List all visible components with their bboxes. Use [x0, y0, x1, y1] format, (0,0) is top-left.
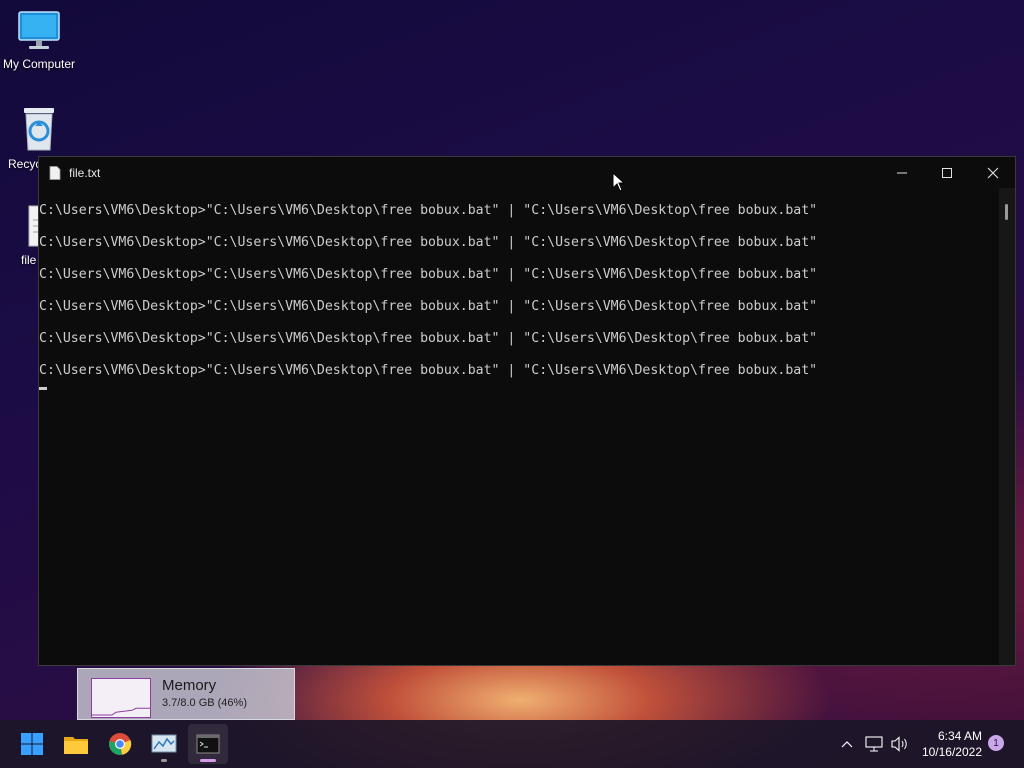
- terminal-button[interactable]: [188, 724, 228, 764]
- start-icon: [21, 733, 43, 755]
- task-manager-button[interactable]: [144, 724, 184, 764]
- network-icon: [865, 736, 883, 752]
- maximize-icon: [942, 167, 952, 178]
- task-manager-icon: [151, 734, 177, 753]
- speaker-icon: [891, 736, 907, 752]
- clock-time: 6:34 AM: [937, 729, 982, 743]
- network-button[interactable]: [862, 720, 886, 768]
- chrome-icon: [109, 733, 132, 755]
- maximize-button[interactable]: [924, 157, 970, 188]
- console-line: C:\Users\VM6\Desktop>"C:\Users\VM6\Deskt…: [39, 363, 818, 378]
- console-line: C:\Users\VM6\Desktop>"C:\Users\VM6\Deskt…: [39, 331, 818, 346]
- file-explorer-button[interactable]: [56, 724, 96, 764]
- scrollbar-thumb[interactable]: [1005, 204, 1008, 220]
- chrome-button[interactable]: [100, 724, 140, 764]
- console-line: C:\Users\VM6\Desktop>"C:\Users\VM6\Deskt…: [39, 267, 818, 282]
- document-icon: [49, 165, 61, 180]
- terminal-icon: [196, 734, 220, 754]
- minimize-button[interactable]: [879, 157, 925, 188]
- chevron-up-icon: [841, 741, 853, 748]
- minimize-icon: [897, 172, 907, 173]
- notification-badge[interactable]: 1: [988, 735, 1004, 751]
- window-title: file.txt: [69, 165, 101, 180]
- console-line: C:\Users\VM6\Desktop>"C:\Users\VM6\Deskt…: [39, 203, 818, 218]
- active-indicator: [200, 759, 216, 762]
- monitor-icon: [18, 11, 60, 49]
- vertical-scrollbar[interactable]: [999, 188, 1015, 665]
- console-line: C:\Users\VM6\Desktop>"C:\Users\VM6\Deskt…: [39, 299, 818, 314]
- recycle-bin-icon: [24, 108, 54, 151]
- close-button[interactable]: [970, 157, 1016, 188]
- window-titlebar[interactable]: file.txt: [39, 157, 1015, 188]
- mouse-pointer-icon: [612, 172, 626, 192]
- file-explorer-icon: [64, 737, 88, 754]
- desktop-icon-label: My Computer: [2, 57, 76, 71]
- clock[interactable]: 6:34 AM 10/16/2022: [922, 728, 982, 760]
- close-icon: [987, 167, 999, 178]
- console-window[interactable]: file.txt C:\Users\VM6\Desktop>"C:\Users\…: [38, 156, 1016, 666]
- running-indicator: [161, 759, 167, 762]
- memory-graph: [91, 678, 151, 718]
- desktop-icon-my-computer[interactable]: My Computer: [0, 10, 79, 71]
- volume-button[interactable]: [888, 720, 912, 768]
- memory-usage: 3.7/8.0 GB (46%): [162, 697, 247, 709]
- start-button[interactable]: [12, 724, 52, 764]
- console-line: C:\Users\VM6\Desktop>"C:\Users\VM6\Deskt…: [39, 235, 818, 250]
- clock-date: 10/16/2022: [921, 745, 982, 759]
- console-output[interactable]: C:\Users\VM6\Desktop>"C:\Users\VM6\Deskt…: [39, 188, 999, 665]
- show-hidden-icons-button[interactable]: [836, 720, 858, 768]
- memory-widget[interactable]: Memory 3.7/8.0 GB (46%): [77, 668, 295, 720]
- memory-title: Memory: [162, 677, 217, 694]
- memory-graph-line: [92, 707, 150, 716]
- taskbar: 6:34 AM 10/16/2022: [0, 720, 1024, 768]
- text-cursor: [39, 387, 47, 390]
